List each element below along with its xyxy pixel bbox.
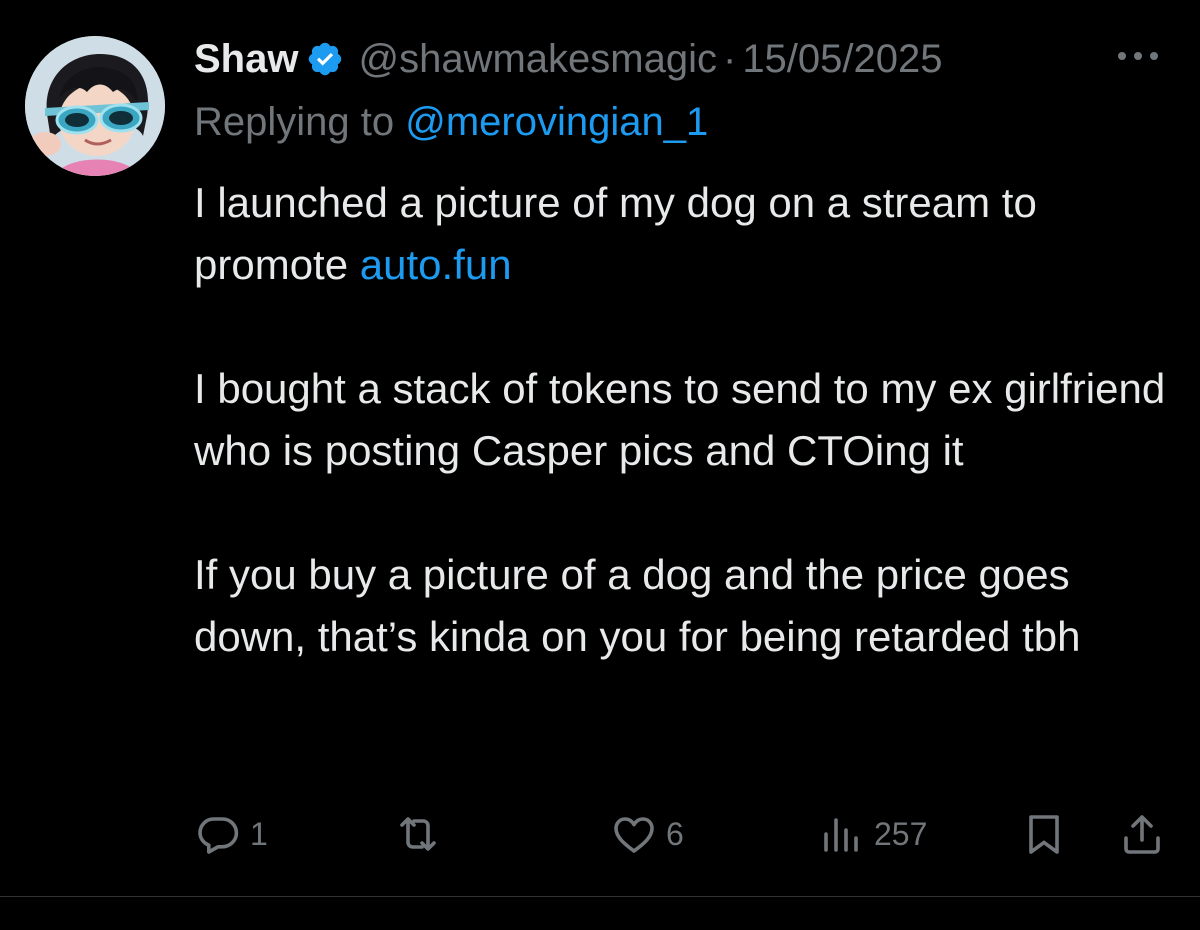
heart-icon	[610, 810, 658, 858]
replying-to-label: Replying to	[194, 100, 395, 144]
action-bar: 1 6 257	[0, 808, 1200, 860]
repost-button[interactable]	[392, 808, 452, 860]
like-count: 6	[666, 815, 684, 852]
tweet-body: I launched a picture of my dog on a stre…	[194, 172, 1174, 668]
views-chart-icon	[818, 810, 866, 858]
tweet: Shaw @shawmakesmagic · 15/05/2025 Replyi…	[0, 0, 1200, 930]
tweet-paragraph-2: I bought a stack of tokens to send to my…	[194, 365, 1166, 474]
tweet-date[interactable]: 15/05/2025	[742, 37, 942, 82]
repost-icon	[392, 810, 444, 858]
like-button[interactable]: 6	[610, 808, 684, 860]
author-display-name[interactable]: Shaw	[194, 37, 298, 82]
tweet-header: Shaw @shawmakesmagic · 15/05/2025	[194, 30, 943, 88]
more-options-icon[interactable]	[1108, 36, 1168, 76]
bookmark-button[interactable]	[1020, 808, 1068, 860]
share-button[interactable]	[1118, 808, 1166, 860]
share-icon	[1118, 810, 1166, 858]
separator-dot: ·	[722, 36, 737, 81]
tweet-paragraph-1-text: I launched a picture of my dog on a stre…	[194, 179, 1037, 288]
replying-to-line: Replying to @merovingian_1	[194, 100, 708, 145]
bottom-divider	[0, 896, 1200, 897]
reply-count: 1	[250, 815, 268, 852]
views-count: 257	[874, 815, 928, 852]
author-handle[interactable]: @shawmakesmagic	[358, 37, 717, 82]
reply-button[interactable]: 1	[194, 808, 268, 860]
tweet-paragraph-1: I launched a picture of my dog on a stre…	[194, 172, 1174, 296]
replying-to-handle-link[interactable]: @merovingian_1	[405, 100, 708, 144]
avatar-image	[25, 36, 165, 176]
tweet-paragraph-3: If you buy a picture of a dog and the pr…	[194, 551, 1081, 660]
views-button[interactable]: 257	[818, 808, 927, 860]
reply-icon	[194, 810, 242, 858]
avatar[interactable]	[25, 36, 165, 176]
auto-fun-link[interactable]: auto.fun	[360, 241, 512, 288]
bookmark-icon	[1020, 810, 1068, 858]
verified-badge-icon	[306, 40, 344, 78]
